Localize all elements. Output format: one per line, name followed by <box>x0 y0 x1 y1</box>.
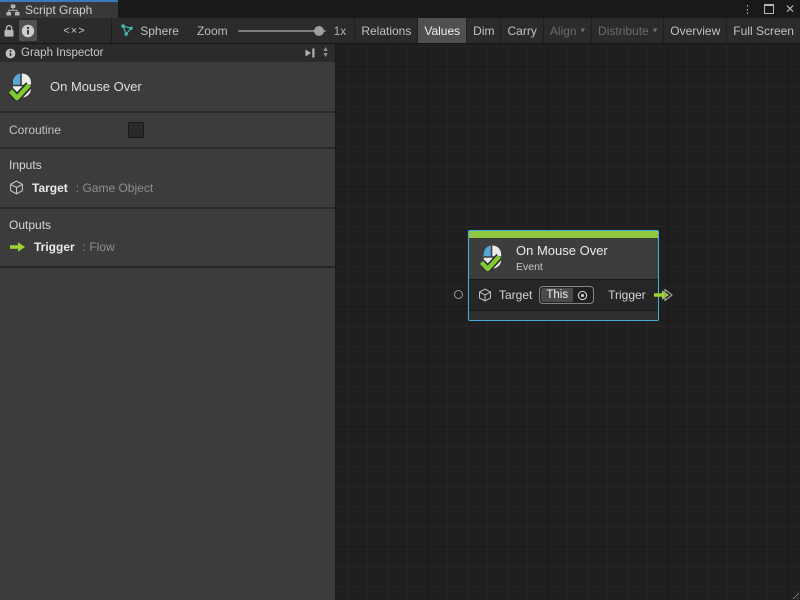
dim-button[interactable]: Dim <box>466 18 500 43</box>
zoom-value: 1x <box>334 24 347 38</box>
csharp-preview-button[interactable]: <×> <box>60 18 88 43</box>
close-icon[interactable]: ✕ <box>785 2 795 16</box>
zoom-slider[interactable] <box>238 30 326 32</box>
tab-script-graph[interactable]: Script Graph <box>0 0 118 18</box>
script-graph-window: Script Graph ⋮ ✕ <box>0 0 800 600</box>
chevron-down-icon: ▾ <box>653 25 658 36</box>
node-header[interactable]: On Mouse Over Event <box>469 238 658 279</box>
dock-panel-icon[interactable] <box>304 47 316 59</box>
titlebar: Script Graph ⋮ ✕ <box>0 0 800 18</box>
values-button[interactable]: Values <box>417 18 466 43</box>
node-title: On Mouse Over <box>516 243 608 258</box>
inspector-empty-area <box>0 266 335 600</box>
node-subtitle: Event <box>516 261 608 273</box>
trigger-port-label: Trigger <box>608 288 646 302</box>
fullscreen-button[interactable]: Full Screen <box>726 18 800 43</box>
zoom-control: Zoom 1x <box>189 18 354 43</box>
resize-grip[interactable] <box>790 590 799 599</box>
zoom-slider-handle[interactable] <box>314 26 324 36</box>
overview-button[interactable]: Overview <box>663 18 726 43</box>
graph-inspector-panel: Graph Inspector ▲ ▼ <box>0 44 336 600</box>
inspector-header: Graph Inspector ▲ ▼ <box>0 44 335 62</box>
event-color-bar <box>469 231 658 238</box>
carry-button[interactable]: Carry <box>500 18 542 43</box>
node-output-port-handle[interactable] <box>663 288 674 302</box>
content-area: Graph Inspector ▲ ▼ <box>0 44 800 600</box>
relations-button[interactable]: Relations <box>354 18 417 43</box>
on-mouse-over-event-icon <box>9 72 35 101</box>
coroutine-row: Coroutine <box>0 111 335 147</box>
on-mouse-over-event-icon <box>480 244 505 272</box>
maximize-icon[interactable] <box>764 4 774 14</box>
coroutine-label: Coroutine <box>9 123 61 137</box>
coroutine-checkbox[interactable] <box>128 122 144 138</box>
tab-label: Script Graph <box>25 3 92 17</box>
port-name: Target <box>32 181 68 195</box>
node-input-port-handle[interactable] <box>454 290 463 299</box>
chevron-down-icon: ▾ <box>581 25 586 36</box>
node-port-row: Target This Trigger <box>469 279 658 310</box>
flow-arrow-icon <box>9 241 26 253</box>
window-controls: ⋮ ✕ <box>742 0 795 18</box>
outputs-header: Outputs <box>0 215 335 239</box>
zoom-label: Zoom <box>197 24 228 38</box>
script-graph-icon <box>121 24 134 37</box>
code-icon: <×> <box>63 25 85 37</box>
inputs-header: Inputs <box>0 155 335 179</box>
game-object-cube-icon <box>9 180 24 195</box>
inspector-toggle-button[interactable] <box>19 20 37 41</box>
graph-breadcrumb[interactable]: Sphere <box>111 18 189 43</box>
port-type: : Flow <box>83 240 115 254</box>
output-row-trigger: Trigger : Flow <box>0 239 335 255</box>
inspector-title: Graph Inspector <box>21 47 103 59</box>
unit-title: On Mouse Over <box>50 79 142 94</box>
input-row-target: Target : Game Object <box>0 179 335 196</box>
panel-spinner[interactable]: ▲ ▼ <box>322 47 330 59</box>
spinner-down-icon[interactable]: ▼ <box>322 53 329 59</box>
unit-title-section: On Mouse Over <box>0 62 335 111</box>
target-port-label: Target <box>499 288 532 302</box>
graph-canvas[interactable]: On Mouse Over Event Target This <box>336 44 800 600</box>
window-menu-icon[interactable]: ⋮ <box>742 3 753 16</box>
lock-icon <box>3 24 15 38</box>
align-label: Align <box>550 24 577 38</box>
graph-hierarchy-icon <box>6 4 20 16</box>
info-icon <box>5 48 16 59</box>
outputs-section: Outputs Trigger : Flow <box>0 207 335 266</box>
node-footer <box>469 310 658 320</box>
on-mouse-over-node[interactable]: On Mouse Over Event Target This <box>468 230 659 321</box>
info-icon <box>21 24 35 38</box>
graph-toolbar: <×> Sphere Zoom 1x Relations Values Dim <box>0 18 800 44</box>
target-value: This <box>541 288 573 302</box>
game-object-cube-icon <box>478 288 492 302</box>
port-name: Trigger <box>34 240 75 254</box>
distribute-button[interactable]: Distribute ▾ <box>591 18 663 43</box>
distribute-label: Distribute <box>598 24 649 38</box>
inputs-section: Inputs Target : Game Object <box>0 147 335 207</box>
port-type: : Game Object <box>76 181 153 195</box>
target-value-field[interactable]: This <box>539 286 594 304</box>
object-picker-icon[interactable] <box>573 290 592 301</box>
align-button[interactable]: Align ▾ <box>543 18 591 43</box>
lock-button[interactable] <box>0 18 18 43</box>
graph-name: Sphere <box>140 24 179 38</box>
